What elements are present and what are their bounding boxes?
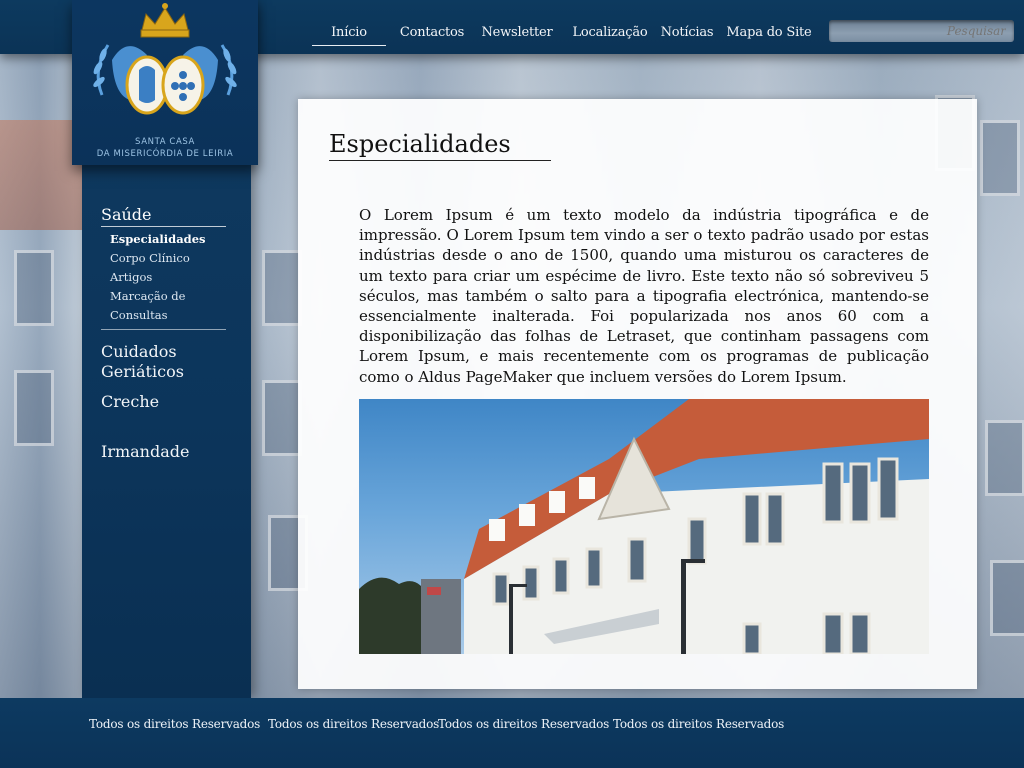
sidebar-section-saude[interactable]: Saúde [101, 205, 226, 227]
sidebar-menu: Saúde Especialidades Corpo Clínico Artig… [101, 205, 226, 492]
nav-contactos[interactable]: Contactos [390, 0, 474, 40]
sidebar-item-irmandade[interactable]: Irmandade [101, 442, 226, 492]
footer-link-4[interactable]: Todos os direitos Reservados [613, 717, 784, 731]
footer-link-3[interactable]: Todos os direitos Reservados [438, 717, 609, 731]
sidebar-item-artigos[interactable]: Artigos [110, 268, 226, 287]
page-title: Especialidades [329, 130, 551, 161]
sidebar-item-cuidados-geriatricos[interactable]: Cuidados Geriáticos [101, 342, 226, 392]
footer-link-1[interactable]: Todos os direitos Reservados [89, 717, 260, 731]
footer-link-2[interactable]: Todos os direitos Reservados [268, 717, 439, 731]
logo[interactable]: SANTA CASA DA MISERICÓRDIA DE LEIRIA [72, 0, 258, 165]
main-nav: Início Contactos Newsletter Localização … [312, 0, 814, 54]
logo-line-2: DA MISERICÓRDIA DE LEIRIA [96, 149, 234, 159]
nav-inicio[interactable]: Início [312, 0, 386, 46]
sidebar-item-creche[interactable]: Creche [101, 392, 226, 442]
building-image [359, 399, 929, 654]
nav-newsletter[interactable]: Newsletter [474, 0, 560, 40]
sidebar-sublist: Especialidades Corpo Clínico Artigos Mar… [101, 230, 226, 330]
logo-line-1: SANTA CASA [135, 137, 195, 147]
search-input[interactable] [829, 20, 1014, 42]
nav-mapa-do-site[interactable]: Mapa do Site [724, 0, 814, 40]
nav-noticias[interactable]: Notícias [656, 0, 718, 40]
body-text: O Lorem Ipsum é um texto modelo da indús… [359, 206, 929, 386]
content-panel: Especialidades O Lorem Ipsum é um texto … [298, 99, 977, 689]
building-photo [359, 399, 929, 654]
nav-localizacao[interactable]: Localização [564, 0, 656, 40]
sidebar-item-marcacao-consultas[interactable]: Marcação de Consultas [110, 287, 226, 325]
sidebar-item-especialidades[interactable]: Especialidades [110, 230, 226, 249]
coat-of-arms-icon [93, 3, 237, 115]
sidebar-item-corpo-clinico[interactable]: Corpo Clínico [110, 249, 226, 268]
footer: Todos os direitos Reservados Todos os di… [0, 698, 1024, 768]
